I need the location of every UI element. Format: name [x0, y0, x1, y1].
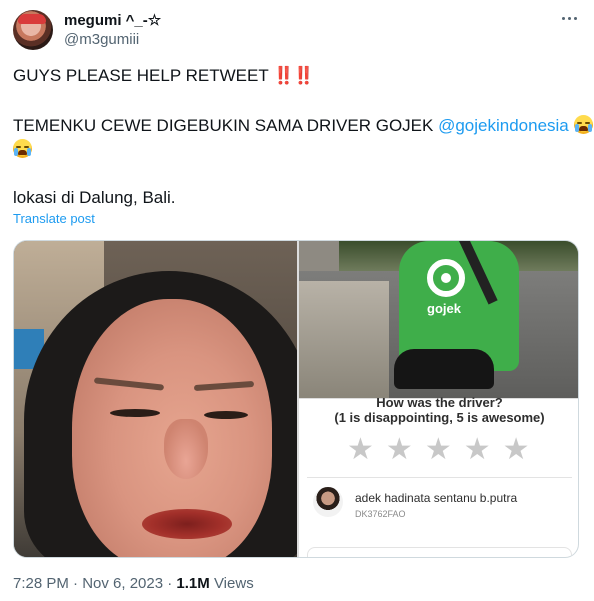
- post-text: GUYS PLEASE HELP RETWEET: [13, 66, 269, 85]
- star-icon: ★: [502, 433, 530, 466]
- gojek-logo-icon: [427, 259, 465, 297]
- driver-plate: DK3762FAO: [355, 509, 406, 519]
- handle[interactable]: @m3gumiii: [64, 31, 139, 48]
- post-text-line-1: GUYS PLEASE HELP RETWEET ‼️‼️: [13, 64, 314, 88]
- star-icon: ★: [463, 433, 491, 466]
- double-exclamation-emoji: ‼️‼️: [273, 66, 314, 85]
- rating-question: How was the driver?: [376, 395, 503, 410]
- star-icon: ★: [347, 433, 374, 466]
- views-count: 1.1M: [176, 575, 210, 592]
- star-icon: ★: [424, 433, 452, 466]
- post-text: TEMENKU CEWE DIGEBUKIN SAMA DRIVER GOJEK: [13, 116, 439, 135]
- tweet: megumi ^_-☆ @m3gumiii GUYS PLEASE HELP R…: [0, 0, 594, 601]
- photo-driver-rating-screenshot[interactable]: How was the driver? (1 is disappointing,…: [299, 395, 578, 557]
- post-text-line-3: [13, 138, 32, 162]
- driver-name: adek hadinata sentanu b.putra: [355, 491, 518, 505]
- star-rating: ★ ★ ★ ★ ★: [347, 435, 530, 465]
- display-name[interactable]: megumi ^_-☆: [64, 11, 161, 29]
- post-text-line-2: TEMENKU CEWE DIGEBUKIN SAMA DRIVER GOJEK…: [13, 114, 593, 138]
- loudly-crying-face-emoji: [13, 139, 32, 158]
- loudly-crying-face-emoji: [573, 115, 593, 134]
- star-icon: ★: [385, 433, 413, 466]
- divider: [307, 477, 572, 478]
- post-meta: 7:28 PM · Nov 6, 2023 · 1.1M Views: [13, 575, 254, 592]
- media-grid: gojek How was the driver? (1 is disappoi…: [13, 240, 579, 558]
- gojek-jacket-label: gojek: [427, 301, 461, 316]
- translate-post-link[interactable]: Translate post: [13, 211, 95, 226]
- rating-comment-box: [307, 547, 572, 557]
- post-location-text: lokasi di Dalung, Bali.: [13, 188, 176, 207]
- photo-injured-face[interactable]: [14, 241, 297, 557]
- rating-hint: (1 is disappointing, 5 is awesome): [334, 410, 545, 425]
- avatar[interactable]: [13, 10, 53, 50]
- more-icon[interactable]: [556, 8, 582, 28]
- driver-avatar: [313, 487, 343, 517]
- mention-link[interactable]: @gojekindonesia: [438, 116, 569, 135]
- photo-gojek-driver[interactable]: gojek: [299, 241, 578, 398]
- views-label: Views: [209, 575, 254, 592]
- post-timestamp[interactable]: 7:28 PM · Nov 6, 2023 ·: [13, 575, 176, 592]
